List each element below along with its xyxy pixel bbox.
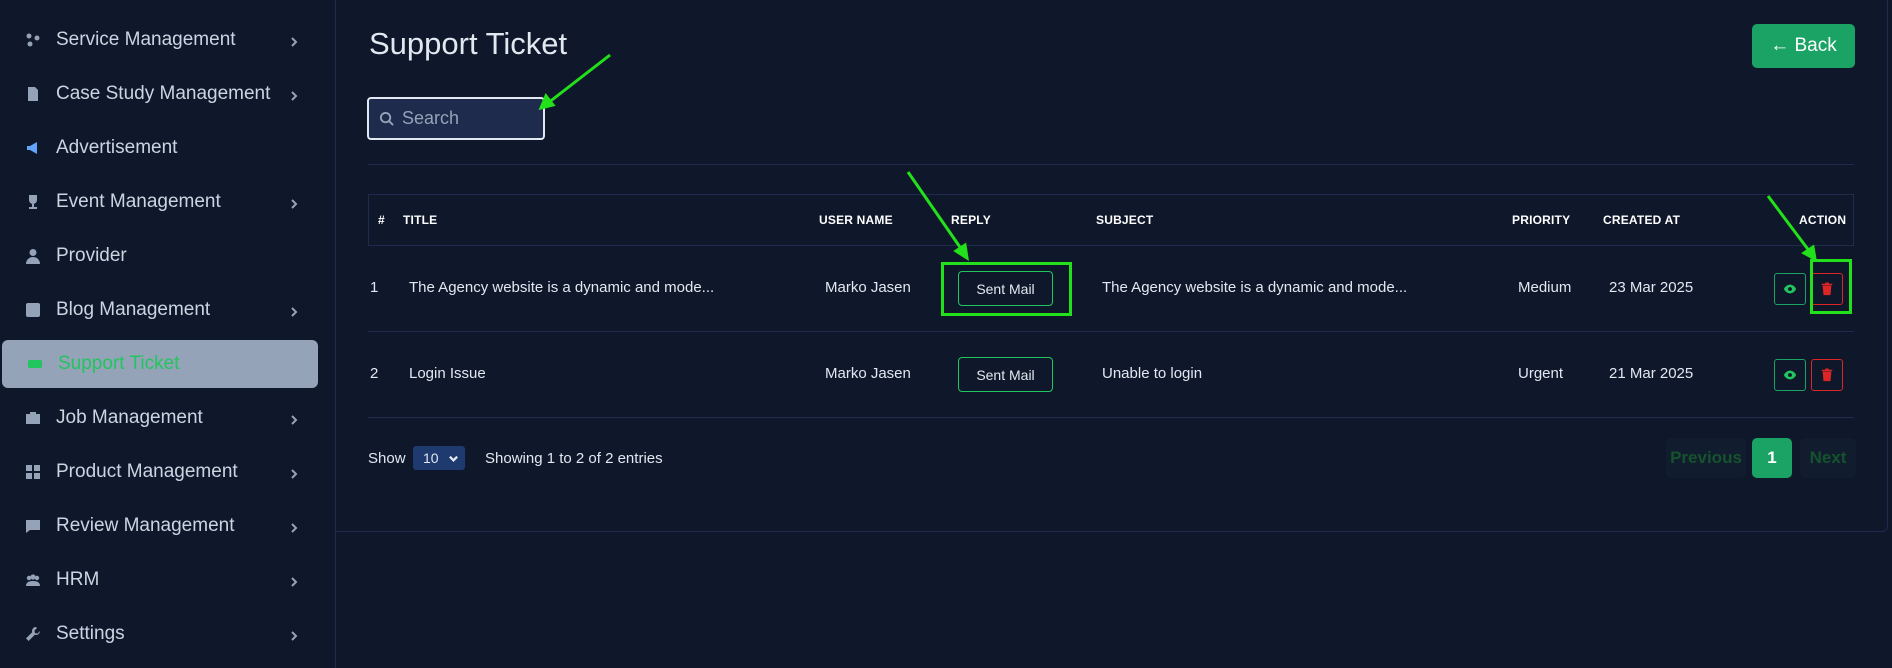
table-row: 2 Login Issue Marko Jasen Sent Mail Unab… xyxy=(368,332,1854,418)
cell-priority: Medium xyxy=(1518,279,1572,296)
sidebar-item-label: Advertisement xyxy=(56,137,178,158)
chevron-right-icon xyxy=(288,464,302,479)
sidebar-item-label: Service Management xyxy=(56,29,236,50)
view-button[interactable] xyxy=(1774,359,1806,391)
delete-button[interactable] xyxy=(1811,359,1843,391)
blog-icon xyxy=(24,301,42,319)
sent-mail-button[interactable]: Sent Mail xyxy=(958,357,1053,392)
cell-created-at: 23 Mar 2025 xyxy=(1609,279,1694,296)
page-title: Support Ticket xyxy=(369,26,568,61)
sent-mail-button[interactable]: Sent Mail xyxy=(958,271,1053,306)
search-input[interactable] xyxy=(402,108,532,129)
column-header-index: # xyxy=(378,213,385,227)
eye-icon xyxy=(1783,284,1797,294)
cell-index: 2 xyxy=(370,365,379,382)
column-header-user-name: USER NAME xyxy=(819,213,893,227)
search-box[interactable] xyxy=(367,97,545,140)
trash-icon xyxy=(1821,282,1833,296)
chevron-down-icon xyxy=(448,451,459,467)
chevron-right-icon xyxy=(288,518,302,533)
sidebar-item-label: Blog Management xyxy=(56,299,211,320)
chevron-right-icon xyxy=(288,194,302,209)
delete-button[interactable] xyxy=(1811,273,1843,305)
chevron-right-icon xyxy=(288,302,302,317)
eye-icon xyxy=(1783,370,1797,380)
sidebar-item-case-study-management[interactable]: Case Study Management xyxy=(0,70,320,118)
briefcase-icon xyxy=(24,409,42,427)
table-row: 1 The Agency website is a dynamic and mo… xyxy=(368,246,1854,332)
sidebar: Service Management Case Study Management… xyxy=(0,0,336,668)
table-header: # TITLE USER NAME REPLY SUBJECT PRIORITY… xyxy=(368,194,1854,246)
cell-created-at: 21 Mar 2025 xyxy=(1609,365,1694,382)
cell-title: The Agency website is a dynamic and mode… xyxy=(409,279,715,296)
trash-icon xyxy=(1821,368,1833,382)
sidebar-item-label: Product Management xyxy=(56,461,238,482)
sidebar-item-provider[interactable]: Provider xyxy=(0,232,320,280)
sidebar-item-review-management[interactable]: Review Management xyxy=(0,502,320,550)
pagination-page-button[interactable]: 1 xyxy=(1752,438,1792,478)
cell-user-name: Marko Jasen xyxy=(825,365,911,382)
sidebar-item-label: Job Management xyxy=(56,407,203,428)
wrench-icon xyxy=(24,625,42,643)
grid-icon xyxy=(24,463,42,481)
sidebar-item-support-ticket[interactable]: Support Ticket xyxy=(2,340,318,388)
sidebar-item-label: Provider xyxy=(56,245,127,266)
chevron-right-icon xyxy=(288,572,302,587)
sidebar-item-service-management[interactable]: Service Management xyxy=(0,16,320,64)
column-header-created-at: CREATED AT xyxy=(1603,213,1681,227)
megaphone-icon xyxy=(24,139,42,157)
sidebar-item-label: Event Management xyxy=(56,191,221,212)
document-icon xyxy=(24,85,42,103)
sidebar-item-job-management[interactable]: Job Management xyxy=(0,394,320,442)
back-button[interactable]: ← Back xyxy=(1752,24,1855,68)
ticket-icon xyxy=(26,355,44,373)
sidebar-item-blog-management[interactable]: Blog Management xyxy=(0,286,320,334)
chevron-right-icon xyxy=(288,410,302,425)
sidebar-item-advertisement[interactable]: Advertisement xyxy=(0,124,320,172)
sidebar-item-label: Review Management xyxy=(56,515,235,536)
trophy-icon xyxy=(24,193,42,211)
show-label: Show xyxy=(368,450,406,467)
chevron-right-icon xyxy=(288,86,302,101)
sidebar-item-hrm[interactable]: HRM xyxy=(0,556,320,604)
sidebar-item-settings[interactable]: Settings xyxy=(0,610,320,658)
sidebar-item-label: Settings xyxy=(56,623,125,644)
column-header-title: TITLE xyxy=(403,213,438,227)
divider xyxy=(368,164,1854,165)
sidebar-item-label: Case Study Management xyxy=(56,83,271,104)
cell-priority: Urgent xyxy=(1518,365,1564,382)
sidebar-item-product-management[interactable]: Product Management xyxy=(0,448,320,496)
sidebar-item-label: HRM xyxy=(56,569,100,590)
page-size-select[interactable]: 10 xyxy=(413,446,465,470)
pagination-previous-button[interactable]: Previous xyxy=(1666,438,1746,478)
pagination-next-button[interactable]: Next xyxy=(1800,438,1856,478)
chevron-right-icon xyxy=(288,626,302,641)
cell-subject: The Agency website is a dynamic and mode… xyxy=(1102,279,1408,296)
entries-info: Showing 1 to 2 of 2 entries xyxy=(485,450,663,467)
cell-index: 1 xyxy=(370,279,379,296)
sidebar-item-event-management[interactable]: Event Management xyxy=(0,178,320,226)
cell-user-name: Marko Jasen xyxy=(825,279,911,296)
user-icon xyxy=(24,247,42,265)
column-header-priority: PRIORITY xyxy=(1512,213,1571,227)
column-header-subject: SUBJECT xyxy=(1096,213,1154,227)
cell-title: Login Issue xyxy=(409,365,486,382)
service-icon xyxy=(24,31,42,49)
view-button[interactable] xyxy=(1774,273,1806,305)
chevron-right-icon xyxy=(288,32,302,47)
team-icon xyxy=(24,571,42,589)
search-icon xyxy=(379,111,394,126)
cell-subject: Unable to login xyxy=(1102,365,1203,382)
column-header-reply: REPLY xyxy=(951,213,991,227)
sidebar-item-label: Support Ticket xyxy=(58,353,180,374)
review-icon xyxy=(24,517,42,535)
page-size-value: 10 xyxy=(423,450,439,466)
column-header-action: ACTION xyxy=(1799,213,1847,227)
